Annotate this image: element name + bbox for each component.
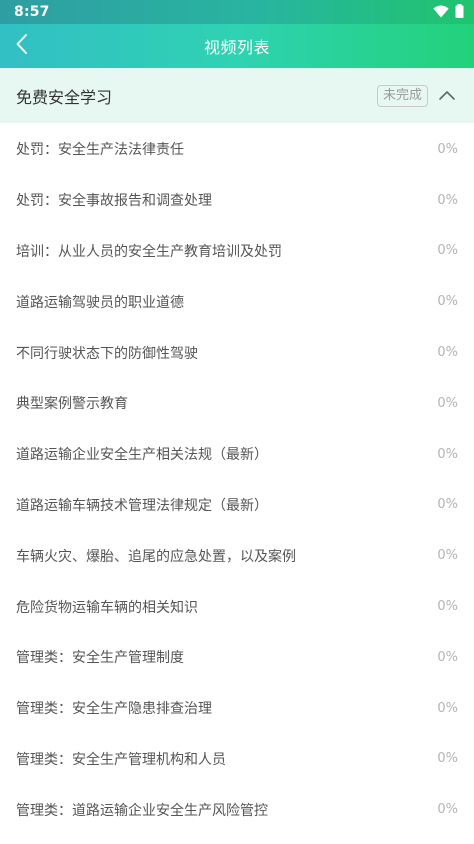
video-progress: 0% bbox=[437, 649, 458, 665]
video-title: 危险货物运输车辆的相关知识 bbox=[16, 599, 198, 616]
video-item[interactable]: 不同行驶状态下的防御性驾驶 0% bbox=[0, 327, 474, 378]
back-button[interactable] bbox=[6, 30, 38, 62]
video-progress: 0% bbox=[437, 497, 458, 513]
video-progress: 0% bbox=[437, 802, 458, 818]
chevron-left-icon bbox=[15, 33, 29, 59]
video-item[interactable]: 培训：从业人员的安全生产教育培训及处罚 0% bbox=[0, 226, 474, 277]
video-progress: 0% bbox=[437, 751, 458, 767]
video-progress: 0% bbox=[437, 700, 458, 716]
status-badge: 未完成 bbox=[376, 84, 428, 107]
video-title: 典型案例警示教育 bbox=[16, 396, 128, 413]
video-progress: 0% bbox=[437, 243, 458, 259]
collapse-button[interactable] bbox=[436, 85, 458, 107]
video-title: 道路运输驾驶员的职业道德 bbox=[16, 294, 184, 311]
video-progress: 0% bbox=[437, 599, 458, 615]
video-progress: 0% bbox=[437, 192, 458, 208]
video-title: 管理类：安全生产隐患排查治理 bbox=[16, 701, 212, 718]
video-item[interactable]: 危险货物运输车辆的相关知识 0% bbox=[0, 581, 474, 632]
wifi-icon bbox=[433, 3, 449, 22]
video-item[interactable]: 管理类：安全生产隐患排查治理 0% bbox=[0, 683, 474, 734]
video-item[interactable]: 典型案例警示教育 0% bbox=[0, 378, 474, 429]
video-progress: 0% bbox=[437, 141, 458, 157]
chevron-up-icon bbox=[438, 86, 456, 105]
video-item[interactable]: 管理类：安全生产管理机构和人员 0% bbox=[0, 734, 474, 785]
video-progress: 0% bbox=[437, 345, 458, 361]
video-title: 不同行驶状态下的防御性驾驶 bbox=[16, 345, 198, 362]
video-item[interactable]: 道路运输企业安全生产相关法规（最新） 0% bbox=[0, 429, 474, 480]
battery-icon bbox=[455, 3, 464, 22]
status-time: 8:57 bbox=[14, 4, 50, 20]
video-title: 管理类：安全生产管理制度 bbox=[16, 650, 184, 667]
section-title: 免费安全学习 bbox=[16, 87, 113, 107]
video-progress: 0% bbox=[437, 294, 458, 310]
video-title: 培训：从业人员的安全生产教育培训及处罚 bbox=[16, 243, 282, 260]
video-item[interactable]: 车辆火灾、爆胎、追尾的应急处置，以及案例 0% bbox=[0, 530, 474, 581]
video-list: 处罚：安全生产法法律责任 0% 处罚：安全事故报告和调查处理 0% 培训：从业人… bbox=[0, 124, 474, 835]
status-icons bbox=[433, 3, 464, 22]
video-title: 车辆火灾、爆胎、追尾的应急处置，以及案例 bbox=[16, 548, 296, 565]
video-progress: 0% bbox=[437, 548, 458, 564]
video-item[interactable]: 处罚：安全生产法法律责任 0% bbox=[0, 124, 474, 175]
section-right: 未完成 bbox=[376, 84, 458, 107]
status-bar: 8:57 bbox=[0, 0, 474, 24]
video-title: 道路运输车辆技术管理法律规定（最新） bbox=[16, 497, 268, 514]
video-item[interactable]: 管理类：安全生产管理制度 0% bbox=[0, 632, 474, 683]
section-header[interactable]: 免费安全学习 未完成 bbox=[0, 68, 474, 123]
title-bar: 视频列表 bbox=[0, 24, 474, 68]
video-title: 管理类：安全生产管理机构和人员 bbox=[16, 751, 226, 768]
video-progress: 0% bbox=[437, 446, 458, 462]
page-title: 视频列表 bbox=[203, 38, 270, 57]
video-title: 管理类：道路运输企业安全生产风险管控 bbox=[16, 802, 268, 819]
video-item[interactable]: 处罚：安全事故报告和调查处理 0% bbox=[0, 175, 474, 226]
video-item[interactable]: 道路运输车辆技术管理法律规定（最新） 0% bbox=[0, 480, 474, 531]
video-item[interactable]: 道路运输驾驶员的职业道德 0% bbox=[0, 276, 474, 327]
video-item[interactable]: 管理类：道路运输企业安全生产风险管控 0% bbox=[0, 784, 474, 835]
video-title: 处罚：安全生产法法律责任 bbox=[16, 142, 184, 159]
video-progress: 0% bbox=[437, 395, 458, 411]
video-title: 处罚：安全事故报告和调查处理 bbox=[16, 193, 212, 210]
video-title: 道路运输企业安全生产相关法规（最新） bbox=[16, 447, 268, 464]
